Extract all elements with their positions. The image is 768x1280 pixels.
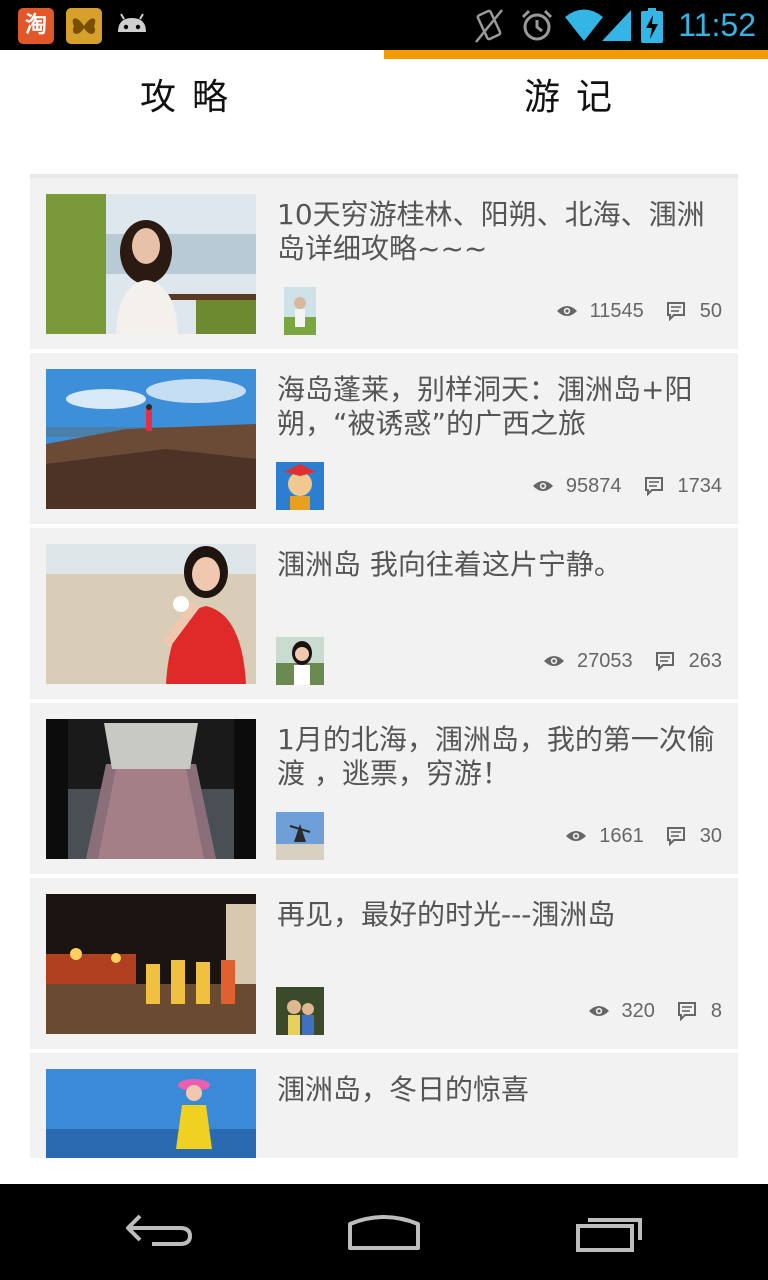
travelogue-card[interactable]: 1月的北海，涠洲岛，我的第一次偷渡 ，逃票，穷游！ 1661 30 xyxy=(30,703,738,874)
signal-icon xyxy=(602,8,632,46)
vibrate-icon xyxy=(474,8,504,48)
android-icon xyxy=(114,8,150,44)
travelogue-card[interactable]: 10天穷游桂林、阳朔、北海、涠洲岛详细攻略~~~ 11545 50 xyxy=(30,178,738,349)
tab-selected-indicator xyxy=(384,50,768,59)
post-thumbnail xyxy=(46,894,256,1034)
post-thumbnail xyxy=(46,1069,256,1158)
butterfly-app-icon xyxy=(66,8,102,44)
author-avatar[interactable] xyxy=(276,637,324,685)
post-stats: 95874 1734 xyxy=(532,471,722,501)
eye-icon xyxy=(588,1006,609,1016)
clock: 11:52 xyxy=(678,7,756,43)
travelogue-list[interactable]: 10天穷游桂林、阳朔、北海、涠洲岛详细攻略~~~ 11545 50 海岛蓬莱，别… xyxy=(30,174,738,1158)
post-title: 10天穷游桂林、阳朔、北海、涠洲岛详细攻略~~~ xyxy=(277,198,705,265)
author-avatar[interactable] xyxy=(276,812,324,860)
tab-guide[interactable]: 攻略 xyxy=(0,50,384,150)
author-avatar[interactable] xyxy=(276,987,324,1035)
comment-icon xyxy=(666,827,685,846)
taobao-app-icon: 淘 xyxy=(18,8,54,44)
travelogue-card[interactable]: 海岛蓬莱，别样洞天：涠洲岛+阳朔，“被诱惑”的广西之旅 95874 1734 xyxy=(30,353,738,524)
tab-bar: 攻略 游记 xyxy=(0,50,768,175)
view-count: 320 xyxy=(621,999,655,1022)
post-stats: 1661 30 xyxy=(565,821,722,851)
post-thumbnail xyxy=(46,194,256,334)
post-title: 海岛蓬莱，别样洞天：涠洲岛+阳朔，“被诱惑”的广西之旅 xyxy=(277,373,693,440)
home-icon[interactable] xyxy=(344,1208,424,1256)
view-count: 11545 xyxy=(589,299,644,322)
view-count: 1661 xyxy=(599,824,644,847)
navigation-bar xyxy=(0,1184,768,1280)
post-stats: 27053 263 xyxy=(543,646,722,676)
comment-count: 30 xyxy=(699,824,722,847)
post-thumbnail xyxy=(46,369,256,509)
eye-icon xyxy=(556,306,577,316)
author-avatar[interactable] xyxy=(284,287,316,335)
comment-icon xyxy=(644,477,663,496)
comment-count: 50 xyxy=(699,299,722,322)
post-title: 涠洲岛，冬日的惊喜 xyxy=(277,1073,530,1106)
comment-count: 1734 xyxy=(677,474,723,497)
post-stats: 320 8 xyxy=(588,996,722,1026)
recent-apps-icon[interactable] xyxy=(574,1208,648,1256)
view-count: 95874 xyxy=(565,474,622,497)
eye-icon xyxy=(544,656,564,666)
eye-icon xyxy=(532,481,553,491)
comment-icon xyxy=(666,302,685,321)
battery-charging-icon xyxy=(640,8,664,48)
post-stats: 11545 50 xyxy=(556,296,722,326)
travelogue-card[interactable]: 涠洲岛，冬日的惊喜 xyxy=(30,1053,738,1158)
status-bar: 淘 11:52 xyxy=(0,0,768,50)
post-title: 再见，最好的时光---涠洲岛 xyxy=(277,898,616,931)
comment-count: 8 xyxy=(710,999,722,1022)
author-avatar[interactable] xyxy=(276,462,324,510)
post-title: 涠洲岛 我向往着这片宁静。 xyxy=(277,548,622,581)
travelogue-card[interactable]: 涠洲岛 我向往着这片宁静。 27053 263 xyxy=(30,528,738,699)
tab-travelogue[interactable]: 游记 xyxy=(384,50,768,150)
post-title: 1月的北海，涠洲岛，我的第一次偷渡 ，逃票，穷游！ xyxy=(277,723,715,790)
eye-icon xyxy=(566,831,587,841)
back-icon[interactable] xyxy=(122,1208,196,1256)
wifi-icon xyxy=(564,8,604,46)
alarm-icon xyxy=(520,8,554,48)
comment-icon xyxy=(655,652,674,671)
travelogue-card[interactable]: 再见，最好的时光---涠洲岛 320 8 xyxy=(30,878,738,1049)
post-thumbnail xyxy=(46,719,256,859)
comment-count: 263 xyxy=(688,649,722,672)
post-thumbnail xyxy=(46,544,256,684)
comment-icon xyxy=(677,1002,696,1021)
view-count: 27053 xyxy=(577,649,633,672)
